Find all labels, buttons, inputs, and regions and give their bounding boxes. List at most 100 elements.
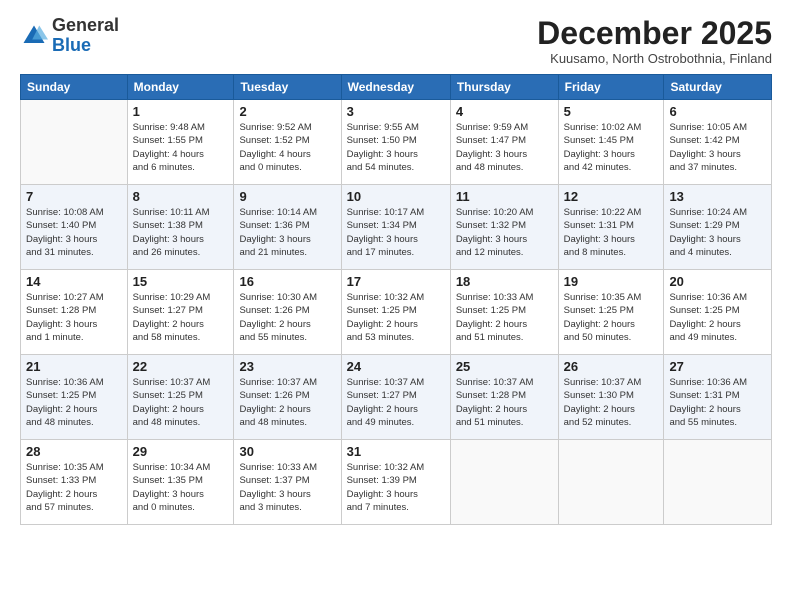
table-row: 14 Sunrise: 10:27 AMSunset: 1:28 PMDaylig… [21,270,128,355]
table-row: 23 Sunrise: 10:37 AMSunset: 1:26 PMDaylig… [234,355,341,440]
day-number: 9 [239,189,335,204]
day-number: 29 [133,444,229,459]
table-row: 30 Sunrise: 10:33 AMSunset: 1:37 PMDaylig… [234,440,341,525]
day-info: Sunrise: 10:33 AMSunset: 1:37 PMDaylight… [239,461,335,514]
day-number: 11 [456,189,553,204]
location-text: Kuusamo, North Ostrobothnia, Finland [537,51,772,66]
day-info: Sunrise: 10:37 AMSunset: 1:30 PMDaylight… [564,376,659,429]
table-row: 27Sunrise: 10:36 AMSunset: 1:31 PMDaylig… [664,355,772,440]
calendar-week-row: 14 Sunrise: 10:27 AMSunset: 1:28 PMDaylig… [21,270,772,355]
day-info: Sunrise: 10:35 AMSunset: 1:25 PMDaylight… [564,291,659,344]
table-row: 13 Sunrise: 10:24 AMSunset: 1:29 PMDaylig… [664,185,772,270]
day-info: Sunrise: 10:02 AMSunset: 1:45 PMDaylight… [564,121,659,174]
table-row: 22 Sunrise: 10:37 AMSunset: 1:25 PMDaylig… [127,355,234,440]
day-number: 2 [239,104,335,119]
day-info: Sunrise: 10:27 AMSunset: 1:28 PMDaylight… [26,291,122,344]
table-row: 2 Sunrise: 9:52 AMSunset: 1:52 PMDaylight… [234,100,341,185]
calendar-week-row: 28 Sunrise: 10:35 AMSunset: 1:33 PMDaylig… [21,440,772,525]
month-title: December 2025 [537,16,772,51]
title-block: December 2025 Kuusamo, North Ostrobothni… [537,16,772,66]
day-info: Sunrise: 9:52 AMSunset: 1:52 PMDaylight:… [239,121,335,174]
table-row: 17 Sunrise: 10:32 AMSunset: 1:25 PMDaylig… [341,270,450,355]
day-info: Sunrise: 10:36 AMSunset: 1:31 PMDaylight… [669,376,766,429]
table-row: 28 Sunrise: 10:35 AMSunset: 1:33 PMDaylig… [21,440,128,525]
logo-blue-text: Blue [52,35,91,55]
table-row [558,440,664,525]
day-info: Sunrise: 10:20 AMSunset: 1:32 PMDaylight… [456,206,553,259]
day-info: Sunrise: 10:32 AMSunset: 1:25 PMDaylight… [347,291,445,344]
day-number: 3 [347,104,445,119]
table-row: 29 Sunrise: 10:34 AMSunset: 1:35 PMDaylig… [127,440,234,525]
day-info: Sunrise: 10:22 AMSunset: 1:31 PMDaylight… [564,206,659,259]
header-sunday: Sunday [21,75,128,100]
table-row: 3 Sunrise: 9:55 AMSunset: 1:50 PMDaylight… [341,100,450,185]
table-row [450,440,558,525]
header-wednesday: Wednesday [341,75,450,100]
table-row: 12 Sunrise: 10:22 AMSunset: 1:31 PMDaylig… [558,185,664,270]
header-tuesday: Tuesday [234,75,341,100]
table-row: 15 Sunrise: 10:29 AMSunset: 1:27 PMDaylig… [127,270,234,355]
day-number: 17 [347,274,445,289]
day-info: Sunrise: 10:36 AMSunset: 1:25 PMDaylight… [669,291,766,344]
day-number: 15 [133,274,229,289]
table-row: 25Sunrise: 10:37 AMSunset: 1:28 PMDaylig… [450,355,558,440]
header-friday: Friday [558,75,664,100]
day-info: Sunrise: 10:32 AMSunset: 1:39 PMDaylight… [347,461,445,514]
table-row: 9 Sunrise: 10:14 AMSunset: 1:36 PMDayligh… [234,185,341,270]
table-row: 8 Sunrise: 10:11 AMSunset: 1:38 PMDayligh… [127,185,234,270]
table-row: 19Sunrise: 10:35 AMSunset: 1:25 PMDaylig… [558,270,664,355]
day-info: Sunrise: 10:37 AMSunset: 1:28 PMDaylight… [456,376,553,429]
table-row: 10 Sunrise: 10:17 AMSunset: 1:34 PMDaylig… [341,185,450,270]
table-row [664,440,772,525]
day-number: 16 [239,274,335,289]
day-info: Sunrise: 10:17 AMSunset: 1:34 PMDaylight… [347,206,445,259]
day-number: 6 [669,104,766,119]
table-row: 6 Sunrise: 10:05 AMSunset: 1:42 PMDayligh… [664,100,772,185]
day-info: Sunrise: 10:24 AMSunset: 1:29 PMDaylight… [669,206,766,259]
table-row: 5Sunrise: 10:02 AMSunset: 1:45 PMDayligh… [558,100,664,185]
day-number: 4 [456,104,553,119]
day-number: 21 [26,359,122,374]
header-saturday: Saturday [664,75,772,100]
day-info: Sunrise: 10:08 AMSunset: 1:40 PMDaylight… [26,206,122,259]
day-number: 12 [564,189,659,204]
day-number: 14 [26,274,122,289]
day-info: Sunrise: 10:34 AMSunset: 1:35 PMDaylight… [133,461,229,514]
table-row: 31Sunrise: 10:32 AMSunset: 1:39 PMDaylig… [341,440,450,525]
day-number: 8 [133,189,229,204]
calendar-week-row: 21Sunrise: 10:36 AMSunset: 1:25 PMDaylig… [21,355,772,440]
logo: General Blue [20,16,119,56]
day-number: 24 [347,359,445,374]
day-number: 23 [239,359,335,374]
day-info: Sunrise: 9:59 AMSunset: 1:47 PMDaylight:… [456,121,553,174]
day-info: Sunrise: 10:35 AMSunset: 1:33 PMDaylight… [26,461,122,514]
day-info: Sunrise: 10:29 AMSunset: 1:27 PMDaylight… [133,291,229,344]
day-number: 28 [26,444,122,459]
header-thursday: Thursday [450,75,558,100]
calendar-week-row: 7 Sunrise: 10:08 AMSunset: 1:40 PMDayligh… [21,185,772,270]
day-info: Sunrise: 10:37 AMSunset: 1:26 PMDaylight… [239,376,335,429]
table-row: 16 Sunrise: 10:30 AMSunset: 1:26 PMDaylig… [234,270,341,355]
day-info: Sunrise: 10:05 AMSunset: 1:42 PMDaylight… [669,121,766,174]
day-info: Sunrise: 10:37 AMSunset: 1:25 PMDaylight… [133,376,229,429]
day-number: 30 [239,444,335,459]
day-number: 22 [133,359,229,374]
table-row [21,100,128,185]
table-row: 7 Sunrise: 10:08 AMSunset: 1:40 PMDayligh… [21,185,128,270]
table-row: 1Sunrise: 9:48 AMSunset: 1:55 PMDaylight… [127,100,234,185]
table-row: 18Sunrise: 10:33 AMSunset: 1:25 PMDaylig… [450,270,558,355]
day-info: Sunrise: 10:30 AMSunset: 1:26 PMDaylight… [239,291,335,344]
day-info: Sunrise: 10:11 AMSunset: 1:38 PMDaylight… [133,206,229,259]
header-monday: Monday [127,75,234,100]
logo-general-text: General [52,15,119,35]
day-number: 7 [26,189,122,204]
day-number: 1 [133,104,229,119]
day-number: 10 [347,189,445,204]
day-info: Sunrise: 10:14 AMSunset: 1:36 PMDaylight… [239,206,335,259]
day-number: 13 [669,189,766,204]
calendar-week-row: 1Sunrise: 9:48 AMSunset: 1:55 PMDaylight… [21,100,772,185]
table-row: 26Sunrise: 10:37 AMSunset: 1:30 PMDaylig… [558,355,664,440]
day-info: Sunrise: 9:55 AMSunset: 1:50 PMDaylight:… [347,121,445,174]
day-number: 20 [669,274,766,289]
day-info: Sunrise: 10:37 AMSunset: 1:27 PMDaylight… [347,376,445,429]
